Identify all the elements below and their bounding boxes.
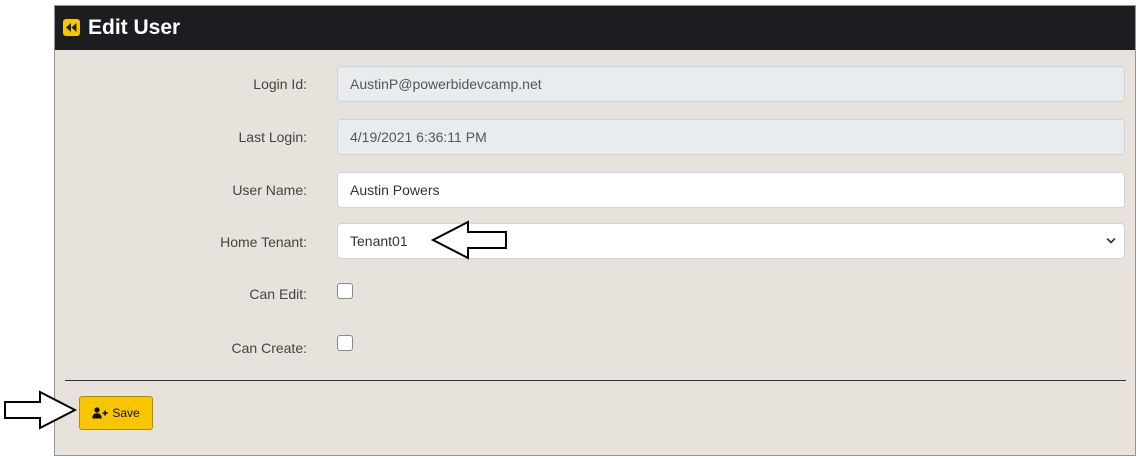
page-title: Edit User [88,16,181,39]
form-divider [65,380,1126,381]
edit-user-panel: Edit User Login Id: AustinP@powerbidevca… [54,5,1136,456]
fast-backward-glyph [66,23,77,32]
annotation-arrow-left [430,220,507,260]
annotation-arrow-right [4,390,78,430]
can-create-label: Can Create: [231,340,307,356]
last-login-field: 4/19/2021 6:36:11 PM [337,119,1125,155]
login-id-field: AustinP@powerbidevcamp.net [337,66,1125,102]
save-button-label: Save [112,406,140,420]
last-login-label: Last Login: [238,129,308,145]
home-tenant-label: Home Tenant: [220,234,307,250]
user-name-value: Austin Powers [350,182,440,198]
save-button[interactable]: Save [79,396,153,430]
login-id-label: Login Id: [253,76,307,92]
home-tenant-value: Tenant01 [350,233,408,249]
panel-header: Edit User [55,6,1135,50]
last-login-value: 4/19/2021 6:36:11 PM [350,129,487,145]
user-name-label: User Name: [232,182,307,198]
chevron-down-icon [1106,238,1116,244]
can-edit-label: Can Edit: [249,286,307,302]
user-name-input[interactable]: Austin Powers [337,172,1125,208]
can-create-checkbox[interactable] [337,335,353,351]
user-plus-icon [92,407,108,419]
can-edit-checkbox[interactable] [337,283,353,299]
fast-backward-icon[interactable] [63,19,80,36]
login-id-value: AustinP@powerbidevcamp.net [350,76,542,92]
